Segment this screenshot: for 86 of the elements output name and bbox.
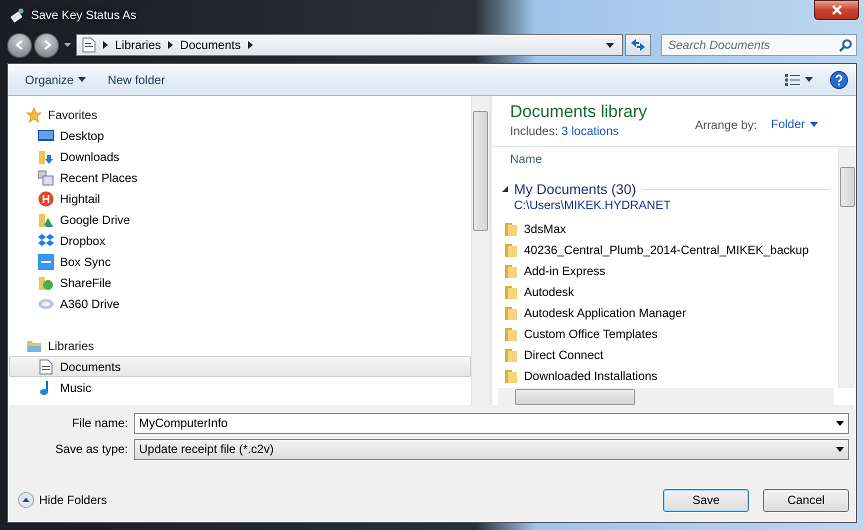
folder-icon [504, 284, 518, 300]
folder-item[interactable]: Custom Office Templates [502, 323, 838, 344]
caret-icon [78, 77, 86, 82]
folder-item[interactable]: Downloaded Installations [502, 365, 838, 386]
folder-icon [504, 304, 518, 320]
hide-folders-button[interactable]: Hide Folders [18, 492, 108, 508]
nav-group-header[interactable]: Libraries [48, 338, 94, 352]
close-icon [830, 5, 842, 15]
chevron-icon[interactable] [168, 41, 174, 49]
nav-item[interactable]: Box Sync [9, 251, 471, 272]
save-as-type-label: Save as type: [54, 442, 129, 456]
sharefile-icon [38, 274, 54, 290]
document-icon [82, 37, 96, 53]
details-view-icon [785, 74, 801, 86]
nav-item[interactable]: Downloads [9, 146, 471, 167]
hightail-icon [38, 190, 54, 206]
search-field[interactable]: Search Documents [661, 34, 857, 56]
folder-item[interactable]: Add-in Express [502, 260, 838, 281]
breadcrumb[interactable]: Documents [180, 38, 241, 52]
address-bar[interactable]: Libraries Documents [76, 34, 623, 56]
cancel-button[interactable]: Cancel [763, 488, 849, 512]
nav-item[interactable]: Desktop [9, 125, 471, 146]
star-icon [26, 106, 42, 122]
nav-item[interactable]: A360 Drive [9, 293, 471, 314]
chevron-icon[interactable] [248, 41, 253, 49]
nav-item[interactable]: Music [9, 377, 471, 398]
folder-icon [504, 368, 518, 384]
includes-label: Includes: [510, 124, 558, 138]
nav-item[interactable]: ShareFile [9, 272, 471, 293]
folder-item[interactable]: 40236_Central_Plumb_2014-Central_MIKEK_backup [502, 239, 838, 260]
folder-item[interactable]: Autodesk [502, 281, 838, 302]
scrollbar[interactable] [838, 147, 856, 388]
forward-button[interactable] [34, 32, 59, 58]
documents-icon [38, 358, 54, 374]
arrange-dropdown[interactable]: Folder [768, 115, 820, 133]
nav-item[interactable]: Documents [9, 356, 471, 377]
gdrive-icon [38, 212, 54, 228]
dropdown-caret-icon[interactable] [606, 42, 614, 48]
dropdown-caret-icon[interactable] [836, 446, 844, 452]
group-header[interactable]: My Documents (30) [514, 181, 636, 197]
folder-item[interactable]: Autodesk Application Manager [502, 302, 838, 323]
folder-path: C:\Users\MIKEK.HYDRANET [513, 198, 672, 214]
folder-icon [504, 346, 518, 362]
chevron-icon[interactable] [103, 41, 108, 49]
key-icon [9, 7, 25, 23]
organize-button[interactable]: Organize [18, 70, 93, 90]
close-button[interactable] [814, 0, 859, 20]
downloads-icon [38, 148, 54, 164]
new-folder-button[interactable]: New folder [100, 70, 172, 90]
refresh-arrows-icon [630, 38, 646, 52]
file-type-dropdown[interactable]: Update receipt file (*.c2v) [134, 438, 849, 460]
dropdown-caret-icon[interactable] [836, 420, 844, 426]
box-icon [38, 254, 54, 270]
search-icon [839, 39, 852, 52]
library-title: Documents library [510, 102, 647, 122]
file-name-field[interactable]: MyComputerInfo [134, 412, 849, 434]
nav-item[interactable]: Google Drive [9, 209, 471, 230]
folder-icon [504, 220, 518, 236]
locations-link[interactable]: 3 locations [561, 124, 619, 138]
nav-item[interactable]: Dropbox [9, 230, 471, 251]
folder-icon [504, 326, 518, 342]
file-name-label: File name: [70, 416, 129, 430]
name-column-header[interactable]: Name [502, 147, 630, 171]
save-button[interactable]: Save [663, 488, 749, 512]
caret-icon [805, 77, 813, 82]
nav-group-header[interactable]: Favorites [48, 108, 98, 122]
refresh-button[interactable] [625, 34, 651, 56]
breadcrumb[interactable]: Libraries [115, 38, 162, 52]
help-button[interactable] [828, 68, 850, 90]
scrollbar[interactable] [471, 96, 489, 405]
nav-item[interactable]: Hightail [9, 188, 471, 209]
help-icon [830, 70, 848, 88]
dropbox-icon [38, 232, 54, 248]
folder-icon [504, 242, 518, 258]
folder-item[interactable]: 3dsMax [502, 218, 838, 239]
back-button[interactable] [7, 32, 32, 58]
window-title: Save Key Status As [31, 8, 136, 22]
arrange-by-label: Arrange by: [694, 118, 757, 132]
caret-icon [810, 122, 818, 126]
desktop-icon [38, 128, 54, 144]
history-caret-icon[interactable] [64, 43, 71, 47]
nav-item[interactable]: Recent Places [9, 167, 471, 188]
folder-icon [504, 262, 518, 278]
horizontal-scrollbar[interactable] [498, 388, 834, 405]
recent-icon [38, 170, 54, 186]
folder-item[interactable]: Direct Connect [502, 344, 838, 365]
